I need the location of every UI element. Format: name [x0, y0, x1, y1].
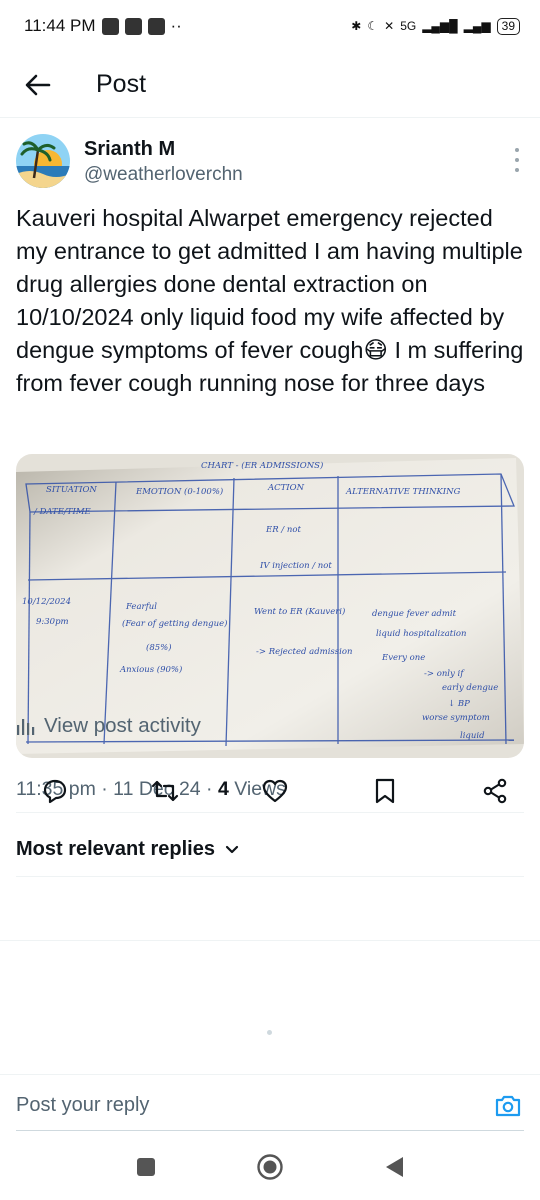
cell-alt-6: ↓ BP	[448, 699, 470, 709]
circle-icon	[257, 1154, 283, 1180]
signal-icon-2: ▂▄▆	[463, 19, 491, 33]
cell-date: 10/12/2024	[22, 597, 71, 607]
status-time: 11:44 PM	[24, 16, 96, 35]
bluetooth-icon: ✱	[351, 19, 362, 33]
top-app-bar: Post	[0, 52, 540, 118]
column-alternative: ALTERNATIVE THINKING	[345, 487, 461, 497]
cell-alt-4: -> only if	[424, 669, 465, 679]
view-post-activity-button[interactable]: View post activity	[16, 714, 201, 738]
column-situation: SITUATION	[46, 485, 97, 495]
system-navigation-bar	[0, 1134, 540, 1200]
column-emotion: EMOTION (0-100%)	[135, 486, 223, 497]
cell-emotion-2: (Fear of getting dengue)	[122, 618, 227, 629]
status-left: 11:44 PM ··	[24, 16, 182, 36]
network-type: 5G	[400, 19, 417, 33]
reply-divider	[16, 1130, 524, 1131]
back-button[interactable]	[0, 52, 76, 118]
share-icon	[483, 778, 507, 804]
bookmark-button[interactable]	[368, 774, 402, 808]
youtube-notification-icon	[124, 17, 142, 35]
chevron-down-icon	[225, 845, 239, 853]
cell-alt-5: early dengue	[442, 683, 498, 693]
author-row: Srianth M @weatherloverchn	[0, 122, 540, 200]
post-media-image[interactable]: CHART - (ER ADMISSIONS) SITUATION EMOTIO…	[16, 454, 524, 758]
more-dot	[515, 158, 519, 162]
signal-icon: ▂▄▆█	[422, 19, 458, 33]
reply-icon	[43, 779, 67, 804]
divider	[0, 940, 540, 941]
cell-action-3: Went to ER (Kauveri)	[254, 606, 345, 617]
camera-icon	[495, 1095, 521, 1116]
cell-action-2: IV injection / not	[259, 561, 332, 571]
page-title: Post	[96, 70, 147, 98]
cell-action-4: -> Rejected admission	[256, 647, 352, 657]
back-arrow-icon	[25, 74, 51, 95]
mute-icon: ✕	[384, 19, 395, 33]
repost-icon	[151, 780, 179, 802]
cell-alt-8: liquid	[460, 731, 485, 741]
divider	[16, 876, 524, 877]
status-bar: 11:44 PM ·· ✱ ☾ ✕ 5G ▂▄▆█ ▂▄▆ 39	[0, 0, 540, 52]
back-nav-button[interactable]	[377, 1150, 411, 1184]
cell-action-1: ER / not	[265, 525, 301, 535]
cell-emotion-1: Fearful	[125, 602, 157, 612]
chart-title-text: CHART - (ER ADMISSIONS)	[201, 460, 323, 471]
more-options-button[interactable]	[512, 148, 522, 172]
cell-emotion-4: Anxious (90%)	[119, 664, 182, 675]
cell-time: 9:30pm	[36, 617, 69, 627]
avatar[interactable]	[16, 134, 70, 188]
app-notification-icon	[101, 17, 119, 35]
cell-alt-2: liquid hospitalization	[376, 629, 467, 639]
replies-sort-label: Most relevant replies	[16, 838, 215, 860]
square-icon	[137, 1158, 155, 1176]
bookmark-icon	[375, 778, 395, 804]
post-text: Kauveri hospital Alwarpet emergency reje…	[16, 205, 524, 396]
row-label-date: / DATE/TIME	[33, 507, 92, 517]
more-notifications-icon: ··	[170, 16, 182, 35]
upload-notification-icon	[147, 17, 165, 35]
handwritten-chart-photo: CHART - (ER ADMISSIONS) SITUATION EMOTIO…	[16, 454, 524, 758]
loading-indicator	[267, 1030, 272, 1035]
triangle-back-icon	[386, 1157, 403, 1177]
reply-input[interactable]	[16, 1094, 492, 1117]
view-post-activity-label: View post activity	[44, 714, 201, 737]
more-dot	[515, 148, 519, 152]
like-button[interactable]	[258, 774, 292, 808]
heart-icon	[262, 779, 288, 803]
reply-composer	[0, 1074, 540, 1136]
post-actions	[0, 762, 540, 820]
post: Srianth M @weatherloverchn Kauveri hospi…	[0, 122, 540, 800]
beach-avatar-icon	[16, 134, 70, 188]
home-button[interactable]	[253, 1150, 287, 1184]
recent-apps-button[interactable]	[129, 1150, 163, 1184]
author-name[interactable]: Srianth M	[84, 138, 175, 161]
repost-button[interactable]	[148, 774, 182, 808]
replies-sort-dropdown[interactable]: Most relevant replies	[16, 838, 239, 861]
author-handle[interactable]: @weatherloverchn	[84, 164, 243, 186]
do-not-disturb-icon: ☾	[367, 19, 379, 33]
reply-button[interactable]	[38, 774, 72, 808]
cell-emotion-3: (85%)	[146, 642, 172, 653]
status-right: ✱ ☾ ✕ 5G ▂▄▆█ ▂▄▆ 39	[351, 17, 520, 35]
camera-button[interactable]	[492, 1090, 524, 1122]
battery-indicator: 39	[496, 17, 520, 35]
share-button[interactable]	[478, 774, 512, 808]
more-dot	[515, 168, 519, 172]
cell-alt-1: dengue fever admit	[372, 609, 457, 619]
column-action: ACTION	[267, 483, 305, 493]
analytics-icon	[17, 719, 35, 735]
cell-alt-7: worse symptom	[422, 713, 490, 723]
cell-alt-3: Every one	[381, 653, 425, 663]
